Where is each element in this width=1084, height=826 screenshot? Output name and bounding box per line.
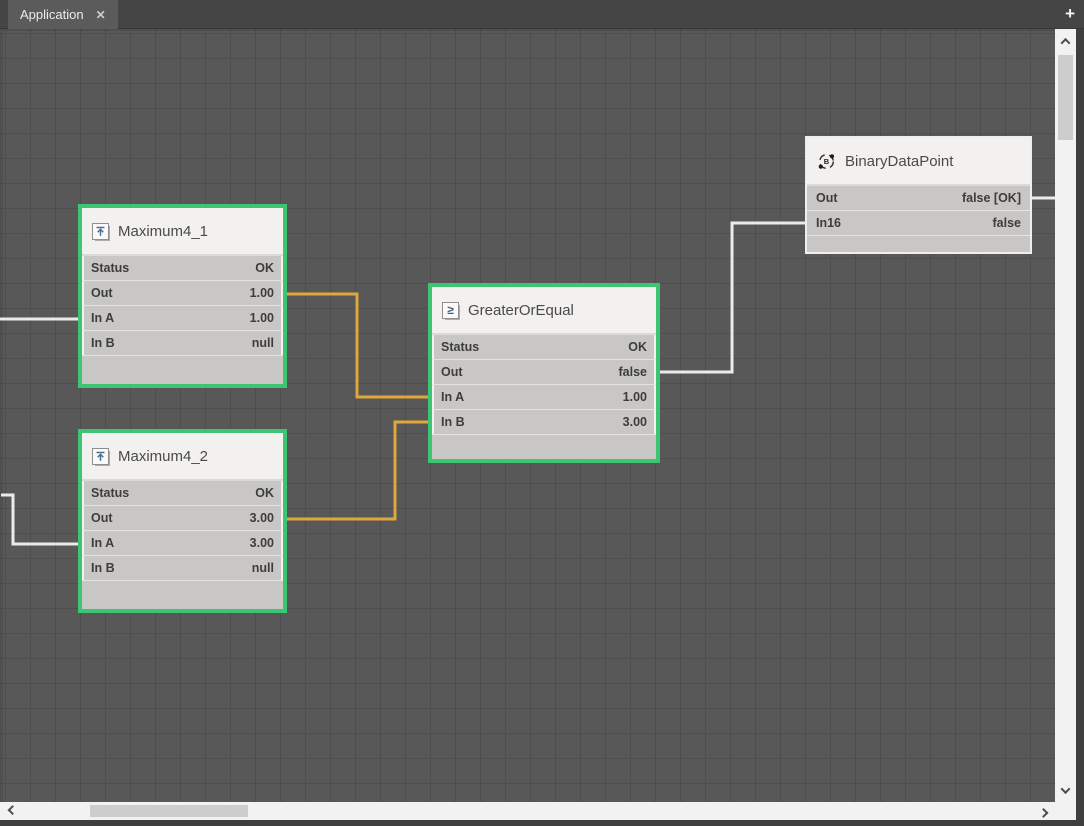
node-header[interactable]: B BinaryDataPoint	[807, 138, 1030, 186]
chevron-right-icon	[1038, 807, 1048, 817]
slot-label: In B	[91, 561, 115, 575]
vertical-scrollbar[interactable]	[1055, 29, 1076, 802]
slot-row-out[interactable]: Out 1.00	[82, 281, 283, 306]
chevron-down-icon	[1061, 784, 1071, 794]
slot-row-status[interactable]: Status OK	[432, 335, 656, 360]
slot-label: Status	[91, 486, 129, 500]
slot-value: false [OK]	[962, 191, 1021, 205]
slot-value: 1.00	[623, 390, 647, 404]
wire-gte-out-to-binarydatapoint-in16[interactable]	[658, 223, 807, 372]
add-tab-button[interactable]: +	[1065, 3, 1075, 25]
node-footer	[82, 581, 283, 609]
node-header[interactable]: Maximum4_1	[82, 208, 283, 256]
node-maximum4_2[interactable]: Maximum4_2 Status OK Out 3.00 In A 3.00 In B nul…	[78, 429, 287, 613]
node-footer	[807, 236, 1030, 252]
horizontal-scrollbar-thumb[interactable]	[90, 805, 248, 817]
slot-row-out[interactable]: Out 3.00	[82, 506, 283, 531]
wire-maximum4_2-out-to-gte-inb[interactable]	[285, 422, 430, 519]
node-title: BinaryDataPoint	[845, 153, 953, 170]
node-title: Maximum4_2	[118, 448, 208, 465]
wire-maximum4_1-out-to-gte-ina[interactable]	[285, 294, 430, 397]
slot-value: null	[252, 561, 274, 575]
vertical-scrollbar-thumb[interactable]	[1058, 55, 1073, 140]
tab-label: Application	[20, 7, 84, 22]
wiresheet-canvas[interactable]: Maximum4_1 Status OK Out 1.00 In A 1.00 In B nul…	[0, 29, 1055, 802]
slot-value: 1.00	[250, 311, 274, 325]
slot-row-status[interactable]: Status OK	[82, 481, 283, 506]
binary-data-point-icon: B	[817, 152, 836, 171]
slot-value: OK	[628, 340, 647, 354]
slot-label: Out	[91, 286, 113, 300]
node-title: GreaterOrEqual	[468, 302, 574, 319]
node-greaterorequal[interactable]: ≥GreaterOrEqualStatusOKOutfalseIn A1.00I…	[428, 283, 660, 463]
chevron-up-icon	[1061, 37, 1071, 47]
slot-label: In A	[91, 536, 114, 550]
slot-row-status[interactable]: Status OK	[82, 256, 283, 281]
slot-row-in16[interactable]: In16 false	[807, 211, 1030, 236]
slot-label: In B	[91, 336, 115, 350]
slot-value: 3.00	[250, 536, 274, 550]
slot-row-out[interactable]: Out false	[432, 360, 656, 385]
slot-label: Out	[816, 191, 838, 205]
slot-value: null	[252, 336, 274, 350]
slot-value: false	[619, 365, 648, 379]
svg-text:B: B	[824, 157, 830, 166]
tab-bar: Application ✕ +	[0, 0, 1084, 29]
tab-application[interactable]: Application ✕	[8, 0, 118, 29]
scroll-left-button[interactable]	[2, 802, 22, 820]
slot-row-in-b[interactable]: In B 3.00	[432, 410, 656, 435]
maximum-icon	[92, 223, 109, 240]
slot-row-out[interactable]: Out false [OK]	[807, 186, 1030, 211]
slot-value: 3.00	[250, 511, 274, 525]
greater-or-equal-icon: ≥	[442, 302, 459, 319]
slot-value: false	[993, 216, 1022, 230]
slot-label: In16	[816, 216, 841, 230]
slot-label: Status	[91, 261, 129, 275]
slot-row-in-b[interactable]: In B null	[82, 556, 283, 581]
chevron-left-icon	[7, 805, 17, 815]
scroll-up-button[interactable]	[1055, 31, 1076, 51]
wiresheet-window: Application ✕ + Maximum4_1 Status OK Out 1.0…	[0, 0, 1084, 826]
close-icon[interactable]: ✕	[96, 9, 106, 21]
slot-row-in-a[interactable]: In A 1.00	[82, 306, 283, 331]
slot-label: In B	[441, 415, 465, 429]
horizontal-scrollbar[interactable]	[0, 802, 1055, 820]
slot-value: 3.00	[623, 415, 647, 429]
slot-value: OK	[255, 486, 274, 500]
scroll-down-button[interactable]	[1055, 780, 1076, 800]
node-binarydatapoint[interactable]: B BinaryDataPoint Out false [OK] In16 false	[805, 136, 1032, 254]
slot-label: Out	[441, 365, 463, 379]
wire-offsheet-to-maximum4_2-ina[interactable]	[1, 495, 80, 544]
node-footer	[432, 435, 656, 459]
slot-row-in-b[interactable]: In B null	[82, 331, 283, 356]
node-header[interactable]: ≥ GreaterOrEqual	[432, 287, 656, 335]
node-footer	[82, 356, 283, 384]
slot-row-in-a[interactable]: In A 1.00	[432, 385, 656, 410]
slot-label: Out	[91, 511, 113, 525]
slot-value: OK	[255, 261, 274, 275]
node-maximum4_1[interactable]: Maximum4_1 Status OK Out 1.00 In A 1.00 In B nul…	[78, 204, 287, 388]
slot-row-in-a[interactable]: In A 3.00	[82, 531, 283, 556]
maximum-icon	[92, 448, 109, 465]
node-header[interactable]: Maximum4_2	[82, 433, 283, 481]
scrollbar-corner	[1055, 802, 1076, 820]
slot-label: In A	[91, 311, 114, 325]
slot-label: In A	[441, 390, 464, 404]
slot-label: Status	[441, 340, 479, 354]
node-title: Maximum4_1	[118, 223, 208, 240]
scroll-right-button[interactable]	[1033, 802, 1053, 820]
slot-value: 1.00	[250, 286, 274, 300]
